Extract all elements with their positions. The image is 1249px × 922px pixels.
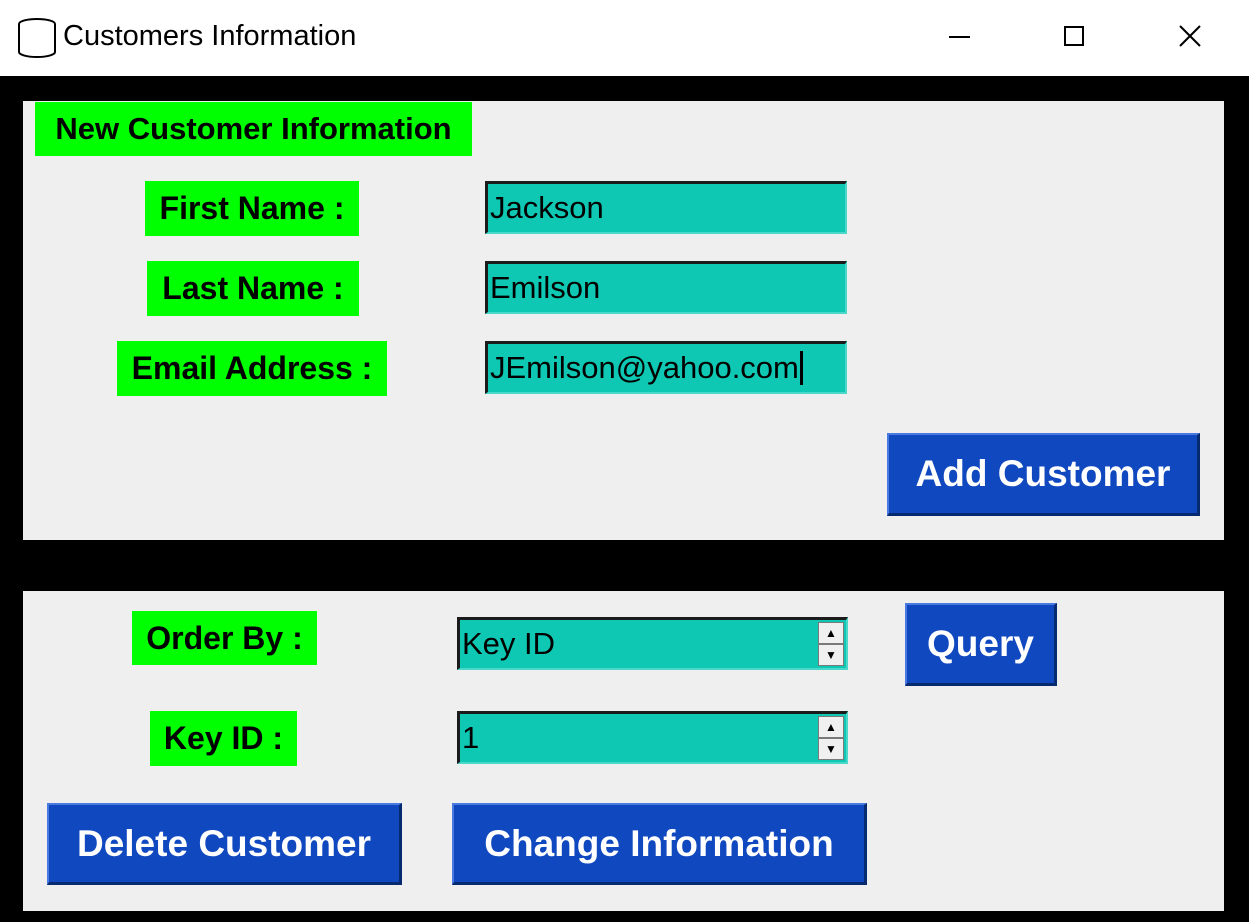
- order-by-value: Key ID: [462, 626, 556, 661]
- close-icon: [1179, 25, 1201, 47]
- first-name-input[interactable]: Jackson: [485, 181, 847, 234]
- maximize-icon: [1064, 26, 1084, 46]
- first-name-label: First Name :: [145, 181, 359, 236]
- order-by-label: Order By :: [132, 611, 317, 665]
- first-name-value: Jackson: [490, 190, 604, 225]
- order-by-spin-arrows: ▲ ▼: [818, 622, 844, 666]
- spin-down-icon[interactable]: ▼: [818, 738, 844, 760]
- order-by-spinbox[interactable]: Key ID ▲ ▼: [457, 617, 848, 670]
- spin-up-icon[interactable]: ▲: [818, 622, 844, 644]
- query-panel: Order By : Key ID ▲ ▼ Query Key ID : 1 ▲…: [23, 591, 1224, 911]
- email-address-label: Email Address :: [117, 341, 387, 396]
- text-cursor: [799, 351, 803, 385]
- new-customer-panel: New Customer Information First Name : Ja…: [23, 101, 1224, 540]
- key-id-label: Key ID :: [150, 711, 297, 766]
- spin-down-icon[interactable]: ▼: [818, 644, 844, 666]
- add-customer-button[interactable]: Add Customer: [887, 433, 1200, 516]
- email-address-input[interactable]: JEmilson@yahoo.com: [485, 341, 847, 394]
- key-id-value: 1: [462, 720, 480, 755]
- spin-up-icon[interactable]: ▲: [818, 716, 844, 738]
- minimize-icon: [949, 36, 970, 38]
- query-button[interactable]: Query: [905, 603, 1057, 686]
- window-title: Customers Information: [63, 20, 357, 52]
- database-icon: [16, 16, 58, 60]
- last-name-input[interactable]: Emilson: [485, 261, 847, 314]
- close-button[interactable]: [1170, 18, 1210, 58]
- delete-customer-button[interactable]: Delete Customer: [47, 803, 402, 885]
- last-name-value: Emilson: [490, 270, 601, 305]
- minimize-button[interactable]: [940, 18, 980, 58]
- last-name-label: Last Name :: [147, 261, 359, 316]
- section-title: New Customer Information: [35, 102, 472, 156]
- title-bar: Customers Information: [0, 0, 1249, 76]
- key-id-spin-arrows: ▲ ▼: [818, 716, 844, 760]
- email-address-value: JEmilson@yahoo.com: [490, 350, 799, 385]
- key-id-spinbox[interactable]: 1 ▲ ▼: [457, 711, 848, 764]
- change-information-button[interactable]: Change Information: [452, 803, 867, 885]
- maximize-button[interactable]: [1055, 18, 1095, 58]
